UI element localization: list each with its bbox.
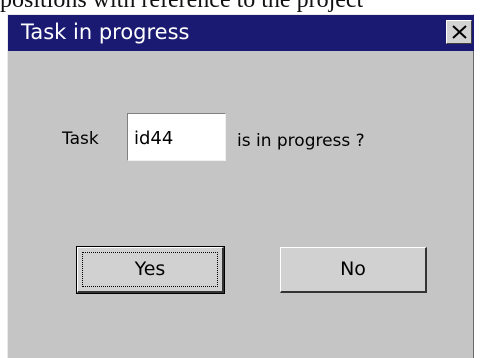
close-button[interactable] [446,20,472,44]
no-button-label: No [340,258,366,280]
background-document-text: positions with reference to the project [0,0,364,13]
dialog-title: Task in progress [21,20,190,44]
no-button[interactable]: No [280,247,427,293]
yes-button[interactable]: Yes [76,246,225,294]
dialog-titlebar: Task in progress [8,15,474,51]
close-x-icon [452,25,467,39]
task-id-input[interactable] [127,113,226,161]
task-in-progress-dialog: Task in progress Task is in progress ? Y… [7,14,474,358]
in-progress-question: is in progress ? [237,131,365,151]
focus-ring [82,252,218,287]
task-label: Task [62,129,99,149]
